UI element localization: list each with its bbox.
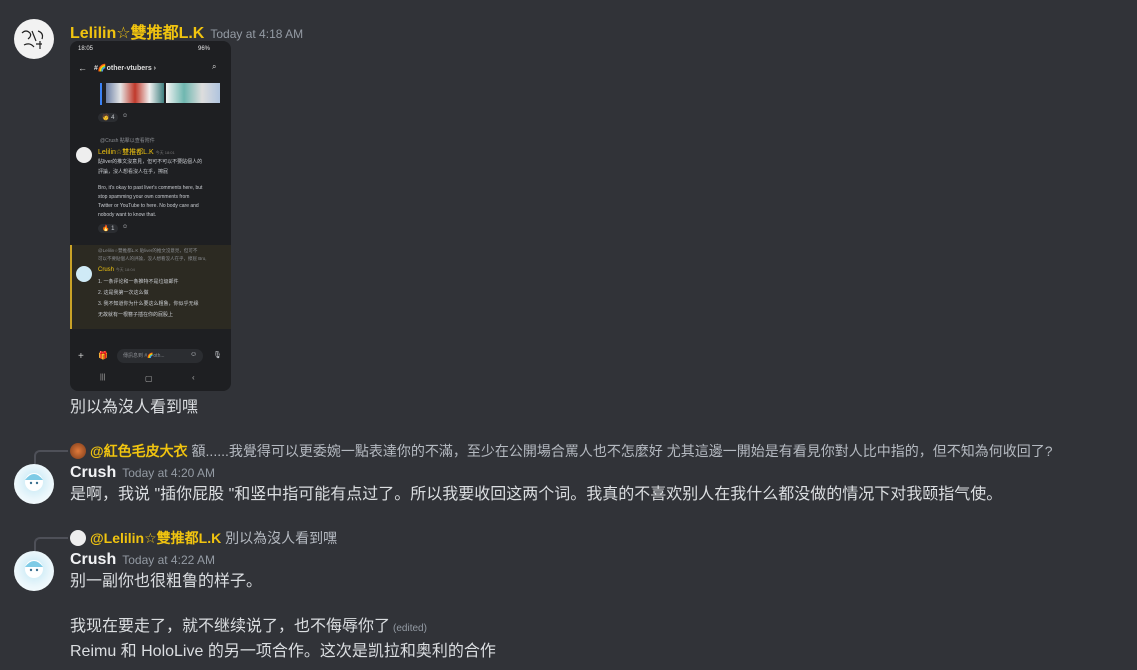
edited-label: (edited) bbox=[393, 623, 427, 634]
embed-thumbnails bbox=[100, 83, 222, 105]
message-text: 是啊，我说 "插你屁股 "和竖中指可能有点过了。所以我要收回这两个词。我真的不喜… bbox=[70, 486, 1003, 503]
message-text: 貼liver的推文沒意見，但可不可以不要貼個人的 評論，沒人想看沒人在乎，擦屁 bbox=[98, 159, 203, 175]
avatar-character-icon bbox=[25, 473, 43, 491]
recent-apps-icon: ||| bbox=[100, 374, 106, 381]
avatar bbox=[76, 266, 92, 282]
message-author[interactable]: Lelilin☆雙推都L.K Today at 4:18 AM bbox=[70, 19, 303, 43]
message-text-en: Bro, it's okay to past liver's comments … bbox=[98, 185, 203, 218]
message-author[interactable]: Crush Today at 4:22 AM bbox=[70, 551, 215, 569]
emoji-icon: ☺ bbox=[190, 351, 198, 358]
channel-title: #🌈other-vtubers › bbox=[94, 65, 157, 72]
reply-connector bbox=[34, 537, 68, 551]
reaction: 🔥 1 bbox=[98, 224, 119, 233]
home-icon: ▢ bbox=[145, 374, 153, 383]
add-reaction-icon: ☺ bbox=[122, 224, 129, 230]
add-reaction-icon: ☺ bbox=[122, 113, 129, 119]
back-icon: ‹ bbox=[192, 373, 195, 382]
plus-icon: + bbox=[78, 351, 84, 362]
reply-preview: @Crush 點擊以查看附件 bbox=[100, 138, 155, 144]
mic-icon: 🎙 bbox=[213, 352, 222, 359]
message-timestamp: Today at 4:20 AM bbox=[122, 466, 215, 480]
avatar[interactable] bbox=[14, 19, 54, 59]
back-arrow-icon: ← bbox=[78, 63, 87, 73]
avatar bbox=[76, 147, 92, 163]
reaction: 🧑 4 bbox=[98, 113, 119, 122]
input-placeholder: 傳訊息到 #🌈oth... bbox=[123, 353, 165, 359]
reply-preview[interactable]: @紅色毛皮大衣 額......我覺得可以更委婉一點表達你的不滿，至少在公開場合罵… bbox=[70, 441, 1053, 461]
status-battery: 96% bbox=[198, 46, 211, 52]
message-text: Reimu 和 HoloLive 的另一项合作。这次是凯拉和奥利的合作 bbox=[70, 643, 496, 660]
message-author[interactable]: Crush Today at 4:20 AM bbox=[70, 464, 215, 482]
message-author: Lelilin☆雙推都L.K 今天 18:01 bbox=[98, 149, 175, 156]
reply-connector bbox=[34, 450, 68, 464]
avatar[interactable] bbox=[14, 464, 54, 504]
avatar[interactable] bbox=[14, 551, 54, 591]
message-timestamp: Today at 4:18 AM bbox=[210, 27, 304, 41]
gift-icon: 🎁 bbox=[98, 351, 108, 360]
avatar bbox=[70, 443, 86, 459]
reply-preview[interactable]: @Lelilin☆雙推都L.K 別以為沒人看到嘿 bbox=[70, 528, 337, 548]
message-author: Crush 今天 18:04 bbox=[98, 267, 135, 273]
avatar-handwriting-icon bbox=[21, 30, 44, 49]
reply-preview: @Lelilin☆雙推都L.K 貼liver的推文沒意見，但可不 可以不要貼個人… bbox=[98, 248, 207, 261]
message-text: 别一副你也很粗鲁的样子。 bbox=[70, 573, 263, 590]
message-timestamp: Today at 4:22 AM bbox=[122, 553, 215, 567]
avatar bbox=[70, 530, 86, 546]
avatar-character-icon bbox=[25, 560, 43, 578]
image-attachment[interactable]: 18:05 96% ← #🌈other-vtubers › ⌕ 🧑 4 ☺ @C… bbox=[70, 41, 231, 391]
status-time: 18:05 bbox=[78, 46, 94, 52]
message-text: 我现在要走了，就不继续说了，也不侮辱你了 (edited) bbox=[70, 618, 427, 635]
search-icon: ⌕ bbox=[212, 62, 217, 71]
message-list: 1. 一条评论和一条推特不是垃圾邮件 2. 这是我第一次这么做 3. 我不知道你… bbox=[98, 279, 199, 318]
message-text: 別以為沒人看到嘿 bbox=[70, 399, 199, 416]
